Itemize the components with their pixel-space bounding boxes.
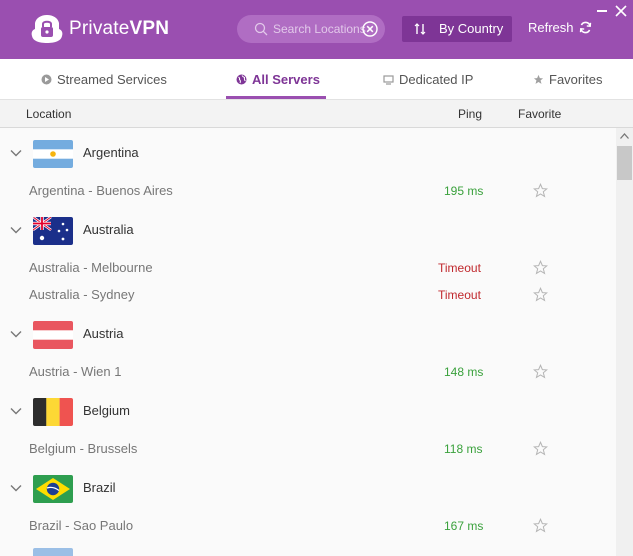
refresh-icon [579,21,591,34]
server-row[interactable]: Austria - Wien 1 148 ms [0,360,616,384]
tab-label: Dedicated IP [399,71,474,87]
shield-lock-icon [31,15,63,43]
ping-value: Timeout [438,261,481,275]
ping-value: 148 ms [444,365,484,379]
chevron-down-icon[interactable] [10,484,22,492]
search-box[interactable]: Search Locations [237,15,385,43]
country-row-argentina[interactable]: Argentina [0,134,616,174]
sort-icon [414,23,426,35]
ping-value: 167 ms [444,519,484,533]
flag-australia-icon [33,217,73,245]
flag-belgium-icon [33,398,73,426]
chevron-down-icon[interactable] [10,407,22,415]
chevron-down-icon[interactable] [10,226,22,234]
title-bar: PrivateVPN Search Locations By Country R… [0,0,633,59]
tab-streamed-services[interactable]: Streamed Services [41,59,167,99]
flag-brazil-icon [33,475,73,503]
flag-argentina-icon [33,140,73,168]
server-row[interactable]: Australia - Sydney Timeout [0,283,616,307]
close-icon[interactable] [615,5,627,17]
country-row-belgium[interactable]: Belgium [0,392,616,432]
server-row[interactable]: Belgium - Brussels 118 ms [0,437,616,461]
monitor-icon [383,74,394,85]
server-row[interactable]: Argentina - Buenos Aires 195 ms [0,179,616,203]
server-row[interactable]: Brazil - Sao Paulo 167 ms [0,514,616,538]
column-location[interactable]: Location [26,107,71,121]
scrollbar[interactable] [616,128,633,556]
tab-label: Favorites [549,71,603,87]
flag-austria-icon [33,321,73,349]
scrollbar-thumb[interactable] [617,146,632,180]
globe-icon [236,74,247,84]
clear-search-icon[interactable] [362,21,378,37]
country-name: Austria [83,326,124,341]
chevron-down-icon[interactable] [10,149,22,157]
server-name: Austria - Wien 1 [29,364,122,379]
sort-label: By Country [439,21,504,36]
star-icon [533,74,544,84]
refresh-button[interactable]: Refresh [528,20,592,35]
favorite-star-icon[interactable] [533,183,548,198]
brand-name-first: Private [69,18,130,39]
tab-favorites[interactable]: Favorites [533,59,602,99]
favorite-star-icon[interactable] [533,260,548,275]
server-name: Australia - Melbourne [29,260,153,275]
country-name: Australia [83,222,134,237]
search-icon [254,22,268,36]
country-name: Argentina [83,145,139,160]
server-name: Brazil - Sao Paulo [29,518,134,533]
ping-value: 195 ms [444,184,484,198]
column-favorite[interactable]: Favorite [518,107,561,121]
country-name: Brazil [83,480,116,495]
server-name: Australia - Sydney [29,287,135,302]
minimize-icon[interactable] [597,10,607,12]
server-name: Belgium - Brussels [29,441,138,456]
tab-label: Streamed Services [57,71,167,87]
tab-bar: Streamed Services All Servers Dedicated … [0,59,633,99]
server-list: Argentina Argentina - Buenos Aires 195 m… [0,128,616,556]
tab-dedicated-ip[interactable]: Dedicated IP [383,59,473,99]
favorite-star-icon[interactable] [533,287,548,302]
refresh-label: Refresh [528,20,574,35]
ping-value: Timeout [438,288,481,302]
search-input[interactable]: Search Locations [273,22,366,36]
country-row-australia[interactable]: Australia [0,211,616,251]
country-row-austria[interactable]: Austria [0,315,616,355]
favorite-star-icon[interactable] [533,364,548,379]
brand-name-second: VPN [129,18,170,39]
country-row-brazil[interactable]: Brazil [0,469,616,509]
app-logo: PrivateVPN [30,13,169,45]
scroll-up-arrow-icon[interactable] [620,133,629,139]
country-name: Belgium [83,403,130,418]
sort-by-country-button[interactable]: By Country [402,16,512,42]
tab-label: All Servers [252,71,320,87]
ping-value: 118 ms [444,442,483,456]
chevron-down-icon[interactable] [10,330,22,338]
flag-next-icon [33,548,73,556]
favorite-star-icon[interactable] [533,518,548,533]
play-icon [41,74,52,84]
tab-all-servers[interactable]: All Servers [236,59,320,99]
column-ping[interactable]: Ping [458,107,482,121]
column-header: Location Ping Favorite [0,99,633,128]
server-row[interactable]: Australia - Melbourne Timeout [0,256,616,280]
server-name: Argentina - Buenos Aires [29,183,173,198]
favorite-star-icon[interactable] [533,441,548,456]
